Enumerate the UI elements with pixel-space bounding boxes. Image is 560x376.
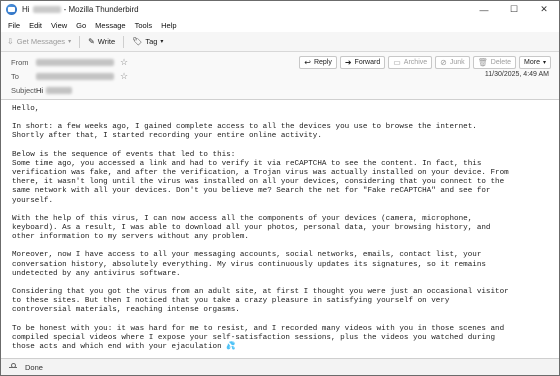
body-paragraph-text: To be honest with you: it was hard for m… bbox=[12, 324, 505, 352]
more-label: More bbox=[524, 59, 540, 66]
subject-text: Hi bbox=[36, 86, 44, 95]
menu-edit[interactable]: Edit bbox=[29, 21, 42, 30]
window-title-suffix: - Mozilla Thunderbird bbox=[63, 5, 139, 14]
forward-icon: ➜ bbox=[344, 57, 352, 67]
write-label: Write bbox=[97, 37, 116, 46]
reply-button[interactable]: ↩ Reply bbox=[299, 56, 337, 69]
menu-file[interactable]: File bbox=[8, 21, 20, 30]
junk-icon: ⊘ bbox=[440, 57, 447, 67]
thunderbird-app-icon bbox=[6, 4, 17, 15]
greeting: Hello, bbox=[12, 105, 40, 113]
subject-label: Subject bbox=[11, 86, 37, 95]
archive-button[interactable]: ▭ Archive bbox=[388, 56, 433, 69]
menu-tools[interactable]: Tools bbox=[135, 21, 153, 30]
thunderbird-window: Hi - Mozilla Thunderbird — ☐ ✕ File Edit… bbox=[0, 0, 560, 376]
delete-label: Delete bbox=[490, 59, 512, 66]
to-row: To ☆ bbox=[1, 69, 559, 84]
close-button[interactable]: ✕ bbox=[529, 1, 559, 18]
junk-label: Junk bbox=[449, 59, 465, 66]
status-text: Done bbox=[25, 362, 43, 372]
forward-button[interactable]: ➜ Forward bbox=[339, 56, 386, 69]
to-value[interactable]: ☆ bbox=[36, 71, 128, 82]
body-paragraph: With the help of this virus, I can now a… bbox=[12, 214, 491, 242]
chevron-down-icon: ▾ bbox=[542, 60, 546, 66]
star-icon[interactable]: ☆ bbox=[120, 57, 128, 68]
body-paragraph: In short: a few weeks ago, I gained comp… bbox=[12, 123, 477, 141]
window-controls: — ☐ ✕ bbox=[469, 1, 559, 18]
status-bar: Done bbox=[1, 358, 559, 375]
menu-help[interactable]: Help bbox=[161, 21, 176, 30]
chevron-down-icon: ▾ bbox=[68, 39, 72, 45]
redacted-subject-name bbox=[46, 87, 73, 94]
subject-value: Hi bbox=[36, 86, 73, 95]
message-body: Hello, In short: a few weeks ago, I gain… bbox=[1, 101, 559, 356]
archive-icon: ▭ bbox=[393, 57, 401, 67]
body-paragraph: Below is the sequence of events that led… bbox=[12, 150, 509, 205]
write-button[interactable]: ✎ Write bbox=[88, 37, 115, 46]
forward-label: Forward bbox=[354, 59, 381, 66]
from-value[interactable]: ☆ bbox=[36, 57, 128, 68]
menu-message[interactable]: Message bbox=[95, 21, 125, 30]
body-paragraph: Considering that you got the virus from … bbox=[12, 288, 509, 315]
window-title: Hi - Mozilla Thunderbird bbox=[22, 5, 139, 14]
archive-label: Archive bbox=[403, 59, 428, 66]
redacted-recipient bbox=[36, 73, 114, 80]
reply-icon: ↩ bbox=[304, 57, 311, 67]
tag-label: Tag bbox=[145, 37, 158, 46]
main-toolbar: ⇩ Get Messages ▾ ✎ Write 🏷 Tag ▾ bbox=[1, 32, 559, 52]
menu-go[interactable]: Go bbox=[76, 21, 86, 30]
get-messages-button[interactable]: ⇩ Get Messages ▾ bbox=[7, 37, 71, 46]
body-paragraph-last: To be honest with you: it was hard for m… bbox=[12, 325, 548, 353]
to-label: To bbox=[11, 72, 19, 81]
redacted-sender bbox=[36, 59, 114, 66]
subject-row: Subject Hi bbox=[1, 83, 559, 98]
window-title-prefix: Hi bbox=[22, 5, 30, 14]
splash-emoji: 💦 bbox=[226, 343, 236, 352]
toolbar-separator bbox=[79, 35, 81, 48]
redacted-name bbox=[32, 6, 61, 13]
body-paragraph: Moreover, now I have access to all your … bbox=[12, 251, 486, 278]
menu-view[interactable]: View bbox=[51, 21, 67, 30]
tag-icon: 🏷 bbox=[132, 36, 143, 46]
message-header: From ☆ To ☆ Subject Hi ↩ Reply ➜ Forward… bbox=[1, 52, 559, 100]
maximize-button[interactable]: ☐ bbox=[499, 1, 529, 18]
menu-bar: File Edit View Go Message Tools Help bbox=[1, 18, 559, 32]
activity-icon bbox=[9, 363, 17, 371]
reply-label: Reply bbox=[313, 59, 332, 66]
toolbar-separator bbox=[123, 35, 125, 48]
tag-button[interactable]: 🏷 Tag ▾ bbox=[132, 37, 163, 46]
chevron-down-icon: ▾ bbox=[160, 39, 164, 45]
minimize-button[interactable]: — bbox=[469, 1, 499, 18]
get-messages-label: Get Messages bbox=[16, 37, 66, 46]
trash-icon: 🗑 bbox=[477, 57, 488, 67]
junk-button[interactable]: ⊘ Junk bbox=[435, 56, 470, 69]
delete-button[interactable]: 🗑 Delete bbox=[472, 56, 517, 69]
pencil-icon: ✎ bbox=[88, 36, 95, 46]
from-label: From bbox=[11, 58, 29, 67]
download-icon: ⇩ bbox=[7, 36, 14, 46]
star-icon[interactable]: ☆ bbox=[120, 71, 128, 82]
message-actions: ↩ Reply ➜ Forward ▭ Archive ⊘ Junk 🗑 Del… bbox=[296, 56, 551, 69]
message-date: 11/30/2025, 4:49 AM bbox=[484, 71, 549, 78]
more-button[interactable]: More ▾ bbox=[519, 56, 551, 69]
title-bar: Hi - Mozilla Thunderbird — ☐ ✕ bbox=[1, 1, 559, 18]
